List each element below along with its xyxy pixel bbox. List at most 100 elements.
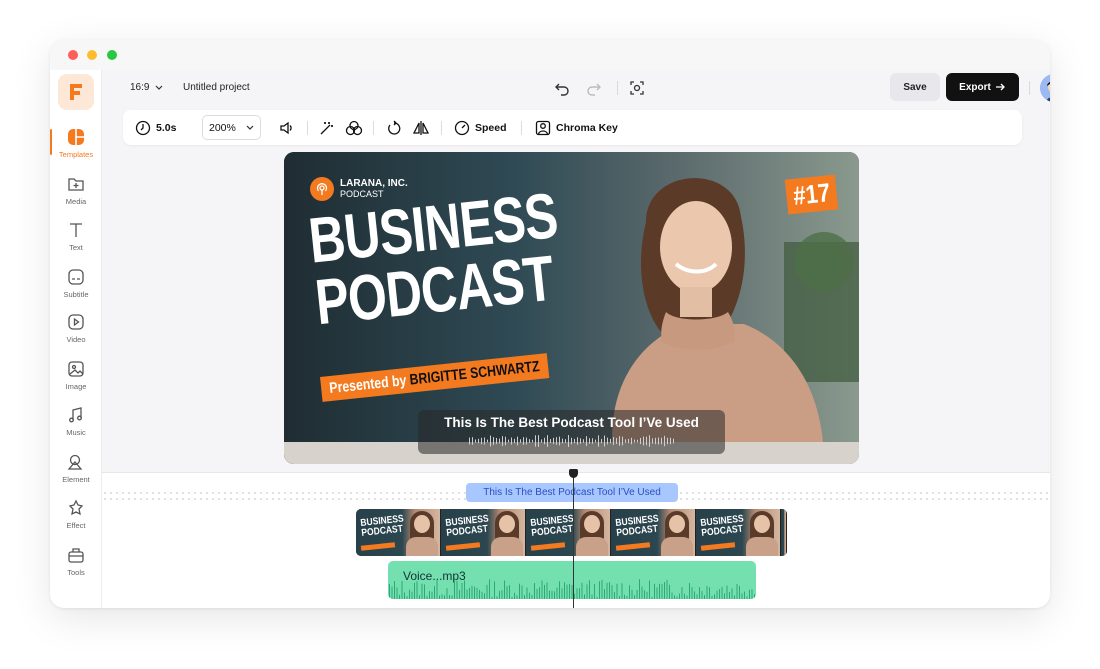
speed-label: Speed xyxy=(475,121,507,134)
waveform-bar xyxy=(654,583,655,599)
waveform-bar xyxy=(484,437,485,445)
waveform-bar xyxy=(559,436,560,446)
waveform-bar xyxy=(571,437,572,445)
waveform-bar xyxy=(561,588,563,599)
waveform-bar xyxy=(584,594,585,599)
rotate-icon[interactable] xyxy=(386,110,402,145)
waveform-bar xyxy=(689,583,690,599)
waveform-bar xyxy=(439,595,440,599)
playhead-handle[interactable] xyxy=(569,469,578,478)
subtitle-icon xyxy=(66,267,86,287)
image-icon xyxy=(66,359,86,379)
waveform-bar xyxy=(681,586,683,599)
close-window-button[interactable] xyxy=(68,50,78,60)
waveform-bar xyxy=(499,438,500,444)
sidebar-item-element[interactable]: Element xyxy=(50,452,102,492)
chroma-key-button[interactable]: Chroma Key xyxy=(535,110,618,145)
video-thumbnail: BUSINESS PODCAST xyxy=(526,509,611,556)
waveform-bar xyxy=(535,435,536,447)
toolbar-divider xyxy=(521,121,522,135)
waveform-bar xyxy=(619,436,620,446)
waveform-bar xyxy=(670,437,671,445)
waveform-bar xyxy=(469,587,470,599)
waveform-bar xyxy=(646,591,648,599)
waveform-bar xyxy=(547,435,548,447)
sidebar-item-music[interactable]: Music xyxy=(50,405,102,445)
sidebar-item-templates[interactable]: Templates xyxy=(50,127,102,167)
waveform-bar xyxy=(634,439,635,443)
waveform-bar xyxy=(441,594,443,599)
media-icon xyxy=(66,174,86,194)
playhead[interactable] xyxy=(573,469,574,608)
waveform-bar xyxy=(481,591,483,599)
waveform-bar xyxy=(604,435,605,447)
audio-track[interactable]: Voice...mp3 xyxy=(388,561,756,599)
volume-icon[interactable] xyxy=(279,110,295,145)
waveform-bar xyxy=(526,587,528,599)
waveform-bar xyxy=(596,596,598,599)
waveform-bar xyxy=(431,591,433,599)
export-button[interactable]: Export xyxy=(946,73,1019,101)
color-adjust-icon[interactable] xyxy=(345,110,363,145)
app-logo[interactable] xyxy=(58,74,94,110)
subtitle-clip[interactable]: This Is The Best Podcast Tool I’Ve Used xyxy=(466,483,678,502)
toolbar-divider xyxy=(373,121,374,135)
waveform-bar xyxy=(646,436,647,446)
duration-control[interactable]: 5.0s xyxy=(135,110,176,145)
caption-overlay[interactable]: This Is The Best Podcast Tool I’Ve Used xyxy=(418,410,725,454)
waveform-bar xyxy=(556,587,558,599)
waveform-bar xyxy=(626,595,628,599)
waveform-bar xyxy=(684,593,685,599)
waveform-bar xyxy=(521,585,523,599)
speedometer-icon xyxy=(454,120,470,135)
waveform-bar xyxy=(704,595,705,599)
aspect-ratio-value: 16:9 xyxy=(130,82,150,93)
waveform-bar xyxy=(478,438,479,444)
waveform-bar xyxy=(643,436,644,446)
waveform-bar xyxy=(594,584,595,599)
video-track[interactable]: BUSINESS PODCAST BUSINESS PODCAST BUSINESS… xyxy=(356,509,787,556)
brand-name: LARANA, INC. xyxy=(340,178,408,189)
sidebar-item-text[interactable]: Text xyxy=(50,220,102,260)
waveform-bar xyxy=(451,595,453,599)
waveform-bar xyxy=(619,596,620,599)
save-button[interactable]: Save xyxy=(890,73,940,101)
sidebar-item-subtitle[interactable]: Subtitle xyxy=(50,267,102,307)
magic-wand-icon[interactable] xyxy=(319,110,335,145)
waveform-bar xyxy=(659,583,660,599)
sidebar-item-label: Tools xyxy=(67,568,85,577)
waveform-bar xyxy=(636,590,638,599)
waveform-bar xyxy=(574,438,575,444)
sidebar-item-video[interactable]: Video xyxy=(50,312,102,352)
waveform-bar xyxy=(664,435,665,447)
waveform-bar xyxy=(508,439,509,443)
waveform-bar xyxy=(739,585,740,599)
speed-button[interactable]: Speed xyxy=(454,110,507,145)
waveform-bar xyxy=(484,593,485,599)
waveform-bar xyxy=(469,437,470,445)
maximize-window-button[interactable] xyxy=(107,50,117,60)
project-name[interactable]: Untitled project xyxy=(183,82,250,93)
screenshot-icon[interactable] xyxy=(628,79,646,97)
waveform-bar xyxy=(481,437,482,445)
redo-icon[interactable] xyxy=(585,79,603,97)
sidebar-item-label: Image xyxy=(65,382,87,391)
waveform-bar xyxy=(461,582,463,599)
waveform-bar xyxy=(534,583,535,599)
avatar[interactable] xyxy=(1040,74,1050,102)
flip-icon[interactable] xyxy=(413,110,429,145)
waveform-bar xyxy=(568,435,569,447)
waveform-bar xyxy=(616,583,618,599)
waveform-bar xyxy=(625,439,626,443)
waveform-bar xyxy=(532,439,533,443)
undo-icon[interactable] xyxy=(553,79,571,97)
video-preview[interactable]: LARANA, INC. PODCAST BUSINESS PODCAST Pr… xyxy=(284,152,859,464)
sidebar-item-image[interactable]: Image xyxy=(50,359,102,399)
aspect-ratio-dropdown[interactable]: 16:9 xyxy=(130,82,163,93)
sidebar-item-media[interactable]: Media xyxy=(50,174,102,214)
minimize-window-button[interactable] xyxy=(87,50,97,60)
zoom-select[interactable]: 200% xyxy=(202,115,261,140)
sidebar-item-effect[interactable]: Effect xyxy=(50,498,102,538)
sidebar-item-tools[interactable]: Tools xyxy=(50,545,102,585)
waveform-bar xyxy=(741,593,743,599)
